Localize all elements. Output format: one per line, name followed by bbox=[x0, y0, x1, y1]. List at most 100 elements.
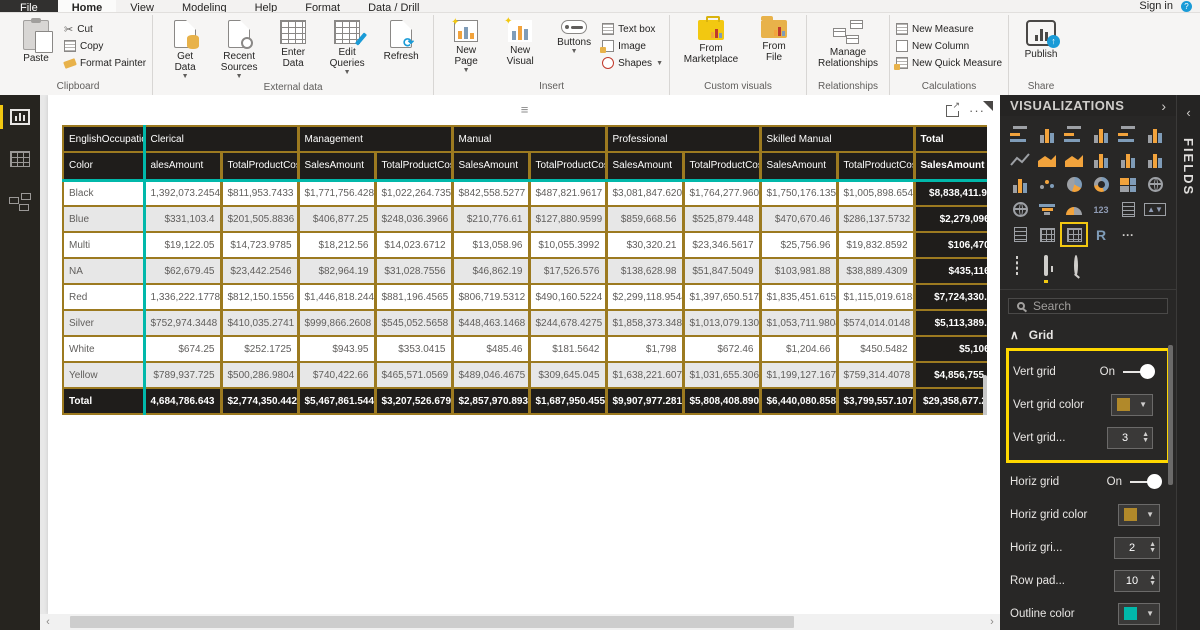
cut-button[interactable]: ✂Cut bbox=[64, 22, 146, 36]
matrix-cell[interactable]: $1,053,711.9804 bbox=[760, 310, 837, 336]
matrix-group-header[interactable]: Professional bbox=[606, 126, 760, 152]
matrix-group-header[interactable]: Manual bbox=[452, 126, 606, 152]
matrix-cell[interactable]: $9,907,977.2811 bbox=[606, 388, 683, 414]
matrix-row-label[interactable]: Black bbox=[63, 180, 144, 206]
matrix-cell[interactable]: $943.95 bbox=[298, 336, 375, 362]
matrix-cell[interactable]: $674.25 bbox=[144, 336, 221, 362]
matrix-column-header[interactable]: SalesAmount bbox=[914, 152, 987, 180]
matrix-cell[interactable]: $672.46 bbox=[683, 336, 760, 362]
matrix-cell[interactable]: $448,463.1468 bbox=[452, 310, 529, 336]
matrix-cell[interactable]: $14,023.6712 bbox=[375, 232, 452, 258]
matrix-cell[interactable]: $465,571.0569 bbox=[375, 362, 452, 388]
report-page[interactable]: ≡ ··· EnglishOccupationClericalManagemen… bbox=[48, 95, 1000, 614]
refresh-button[interactable]: ⟳ Refresh bbox=[375, 18, 427, 62]
tab-help[interactable]: Help bbox=[241, 0, 292, 13]
matrix-cell[interactable]: $487,821.9617 bbox=[529, 180, 606, 206]
matrix-cell[interactable]: $181.5642 bbox=[529, 336, 606, 362]
matrix-cell[interactable]: $485.46 bbox=[452, 336, 529, 362]
matrix-cell[interactable]: $62,679.45 bbox=[144, 258, 221, 284]
matrix-cell[interactable]: $19,832.8592 bbox=[837, 232, 914, 258]
viz-icon-card[interactable]: 123 bbox=[1089, 199, 1113, 220]
new-page-button[interactable]: ✦ New Page▼ bbox=[440, 18, 492, 74]
tab-file[interactable]: File bbox=[0, 0, 58, 13]
matrix-row-label[interactable]: Blue bbox=[63, 206, 144, 232]
copy-button[interactable]: Copy bbox=[64, 39, 146, 53]
viz-icon-map[interactable] bbox=[1143, 174, 1167, 195]
grid-section-header[interactable]: ∧ Grid bbox=[1000, 320, 1176, 348]
color-dropdown[interactable]: ▼ bbox=[1111, 394, 1153, 416]
matrix-cell[interactable]: $14,723.9785 bbox=[221, 232, 298, 258]
matrix-cell[interactable]: $812,150.1556 bbox=[221, 284, 298, 310]
matrix-cell[interactable]: $1,397,650.5178 bbox=[683, 284, 760, 310]
viz-icon-waterfall-chart[interactable] bbox=[1008, 174, 1032, 195]
matrix-cell[interactable]: $286,137.5732 bbox=[837, 206, 914, 232]
viz-icon-funnel[interactable] bbox=[1035, 199, 1059, 220]
matrix-cell[interactable]: $811,953.7433 bbox=[221, 180, 298, 206]
matrix-cell[interactable]: $2,857,970.8932 bbox=[452, 388, 529, 414]
matrix-cell[interactable]: $252.1725 bbox=[221, 336, 298, 362]
matrix-cell[interactable]: 4,684,786.643 bbox=[144, 388, 221, 414]
matrix-cell[interactable]: $806,719.5312 bbox=[452, 284, 529, 310]
matrix-cell[interactable]: $1,798 bbox=[606, 336, 683, 362]
matrix-cell[interactable]: $30,320.21 bbox=[606, 232, 683, 258]
new-visual-button[interactable]: ✦ New Visual bbox=[494, 18, 546, 67]
from-marketplace-button[interactable]: From Marketplace bbox=[676, 18, 746, 65]
matrix-row-label[interactable]: Red bbox=[63, 284, 144, 310]
matrix-cell[interactable]: $2,299,118.9544 bbox=[606, 284, 683, 310]
matrix-cell[interactable]: $13,058.96 bbox=[452, 232, 529, 258]
matrix-cell[interactable]: $31,028.7556 bbox=[375, 258, 452, 284]
viz-icon-matrix[interactable] bbox=[1062, 224, 1086, 245]
edit-queries-button[interactable]: Edit Queries▼ bbox=[321, 18, 373, 76]
report-canvas[interactable]: ≡ ··· EnglishOccupationClericalManagemen… bbox=[40, 95, 1000, 630]
scrollbar-thumb[interactable] bbox=[70, 616, 794, 628]
matrix-cell[interactable]: $29,358,677.226 bbox=[914, 388, 987, 414]
matrix-cell[interactable]: $82,964.19 bbox=[298, 258, 375, 284]
viz-icon-kpi[interactable]: ▲▼ bbox=[1143, 199, 1167, 220]
viz-icon-stacked-column-chart[interactable] bbox=[1035, 124, 1059, 145]
report-view-button[interactable] bbox=[0, 109, 40, 125]
matrix-cell[interactable]: $201,505.8836 bbox=[221, 206, 298, 232]
fields-panel-collapsed[interactable]: ‹ FIELDS bbox=[1176, 95, 1200, 630]
matrix-cell[interactable]: $4,856,755.62 bbox=[914, 362, 987, 388]
viz-icon-stacked-bar-chart[interactable] bbox=[1008, 124, 1032, 145]
publish-button[interactable]: ↑ Publish bbox=[1015, 18, 1067, 60]
matrix-cell[interactable]: $1,204.66 bbox=[760, 336, 837, 362]
matrix-column-header[interactable]: SalesAmount bbox=[298, 152, 375, 180]
matrix-cell[interactable]: $5,106.3 bbox=[914, 336, 987, 362]
enter-data-button[interactable]: Enter Data bbox=[267, 18, 319, 69]
matrix-cell[interactable]: $1,199,127.1675 bbox=[760, 362, 837, 388]
matrix-column-header[interactable]: TotalProductCost bbox=[221, 152, 298, 180]
matrix-cell[interactable]: $103,981.88 bbox=[760, 258, 837, 284]
help-icon[interactable]: ? bbox=[1181, 1, 1192, 12]
matrix-visual[interactable]: ≡ ··· EnglishOccupationClericalManagemen… bbox=[62, 101, 987, 415]
matrix-cell[interactable]: $5,467,861.5445 bbox=[298, 388, 375, 414]
viz-icon-table[interactable] bbox=[1035, 224, 1059, 245]
manage-relationships-button[interactable]: Manage Relationships bbox=[813, 18, 883, 69]
model-view-button[interactable] bbox=[0, 193, 40, 211]
format-pane-tab[interactable] bbox=[1044, 257, 1048, 283]
sign-in-link[interactable]: Sign in bbox=[1139, 0, 1173, 12]
matrix-column-header[interactable]: TotalProductCost bbox=[375, 152, 452, 180]
image-button[interactable]: Image bbox=[602, 39, 663, 53]
matrix-cell[interactable]: $490,160.5224 bbox=[529, 284, 606, 310]
scroll-left-arrow-icon[interactable]: ‹ bbox=[40, 616, 56, 628]
matrix-row-label[interactable]: Multi bbox=[63, 232, 144, 258]
matrix-cell[interactable]: $7,724,330.52 bbox=[914, 284, 987, 310]
color-dropdown[interactable]: ▼ bbox=[1118, 504, 1160, 526]
viz-icon-r-script-visual[interactable]: R bbox=[1089, 224, 1113, 245]
matrix-cell[interactable]: $545,052.5658 bbox=[375, 310, 452, 336]
format-search-input[interactable]: Search bbox=[1008, 298, 1168, 314]
matrix-cell[interactable]: $10,055.3992 bbox=[529, 232, 606, 258]
tab-data-drill[interactable]: Data / Drill bbox=[354, 0, 433, 13]
matrix-cell[interactable]: $842,558.5277 bbox=[452, 180, 529, 206]
matrix-cell[interactable]: $1,750,176.1353 bbox=[760, 180, 837, 206]
matrix-cell[interactable]: $574,014.0148 bbox=[837, 310, 914, 336]
matrix-cell[interactable]: $210,776.61 bbox=[452, 206, 529, 232]
matrix-group-header[interactable]: Clerical bbox=[144, 126, 298, 152]
matrix-cell[interactable]: $740,422.66 bbox=[298, 362, 375, 388]
matrix-column-header[interactable]: alesAmount bbox=[144, 152, 221, 180]
matrix-cell[interactable]: $19,122.05 bbox=[144, 232, 221, 258]
color-dropdown[interactable]: ▼ bbox=[1118, 603, 1160, 625]
matrix-cell[interactable]: $331,103.4 bbox=[144, 206, 221, 232]
matrix-cell[interactable]: $1,005,898.6545 bbox=[837, 180, 914, 206]
